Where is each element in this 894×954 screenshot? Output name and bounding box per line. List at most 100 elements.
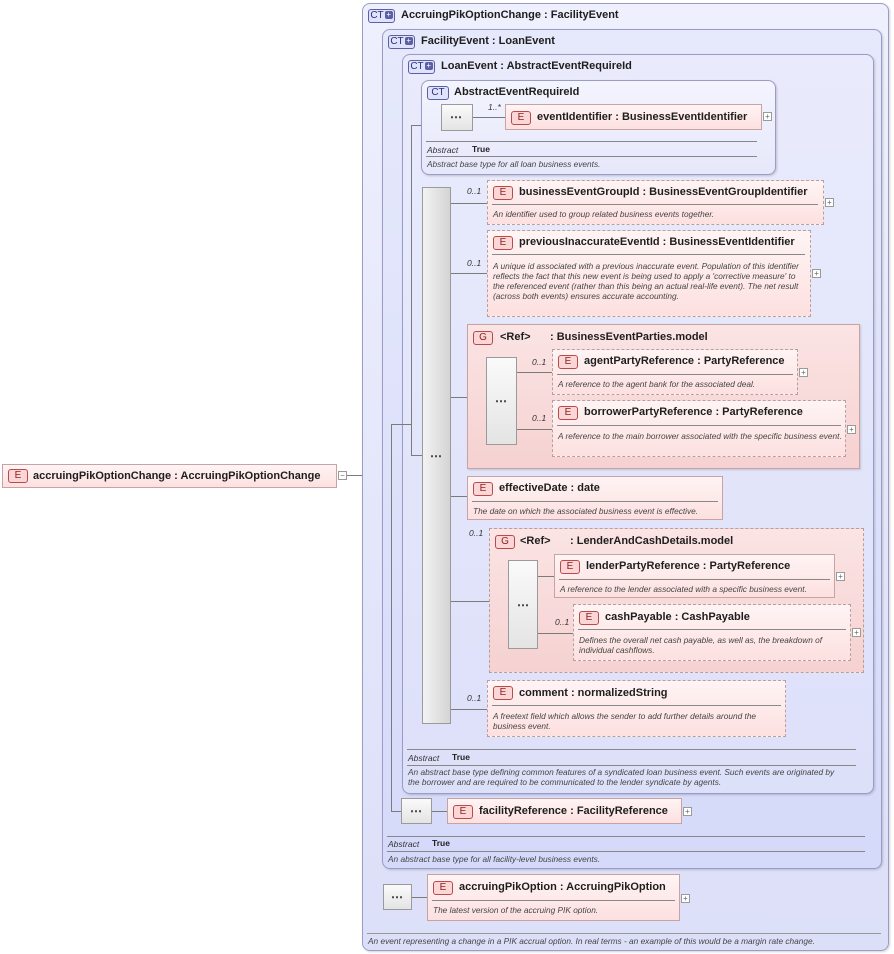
element-badge: E <box>493 686 513 700</box>
ct-loan-doc: An abstract base type defining common fe… <box>408 767 835 787</box>
element-name: agentPartyReference : PartyReference <box>584 355 785 367</box>
occurs-label: 0..1 <box>555 617 570 627</box>
element-badge: E <box>493 236 513 250</box>
element-doc: A reference to the agent bank for the as… <box>558 379 756 389</box>
ct-facility-doc: An abstract base type for all facility-l… <box>388 854 601 864</box>
element-badge: E <box>558 406 578 420</box>
expand-plus-icon[interactable]: + <box>683 807 692 816</box>
occurs-label: 0..1 <box>467 693 482 703</box>
element-previous-inaccurate-event-id[interactable]: E previousInaccurateEventId : BusinessEv… <box>487 230 811 317</box>
sequence-icon: ⋯ <box>517 598 529 612</box>
group-name: : BusinessEventParties.model <box>550 331 708 343</box>
sequence-compositor[interactable]: ⋯ <box>441 104 473 131</box>
expand-plus-icon[interactable]: + <box>825 198 834 207</box>
element-doc: A reference to the main borrower associa… <box>558 431 842 441</box>
expand-plus-icon[interactable]: + <box>852 628 861 637</box>
group-ref: <Ref> <box>520 535 551 547</box>
occurs-label: 0..1 <box>532 413 547 423</box>
element-name: previousInaccurateEventId : BusinessEven… <box>519 236 795 248</box>
sequence-compositor[interactable]: ⋯ <box>508 560 538 649</box>
occurs-label: 0..1 <box>467 258 482 268</box>
sequence-compositor[interactable]: ⋯ <box>401 798 432 824</box>
group-ref: <Ref> <box>500 331 531 343</box>
element-doc: The date on which the associated busines… <box>473 506 699 516</box>
element-comment[interactable]: E comment : normalizedString A freetext … <box>487 680 786 737</box>
ct-facility-name: FacilityEvent : LoanEvent <box>421 35 555 47</box>
expand-plus-icon[interactable]: + <box>799 368 808 377</box>
occurs-label: 0..1 <box>469 528 484 538</box>
expand-plus-icon[interactable]: + <box>836 572 845 581</box>
element-name: comment : normalizedString <box>519 687 668 699</box>
group-badge: G <box>473 331 493 345</box>
sequence-icon: ⋯ <box>450 110 462 124</box>
sequence-icon: ⋯ <box>410 804 422 818</box>
element-cash-payable[interactable]: E cashPayable : CashPayable Defines the … <box>573 604 851 661</box>
element-name: lenderPartyReference : PartyReference <box>586 560 791 572</box>
expand-plus-icon: + <box>384 10 393 20</box>
element-doc: A unique id associated with a previous i… <box>493 261 799 301</box>
ct-outer-doc: An event representing a change in a PIK … <box>368 936 815 946</box>
element-name: businessEventGroupId : BusinessEventGrou… <box>519 186 808 198</box>
complex-type-badge: CT + <box>408 60 435 74</box>
element-name: cashPayable : CashPayable <box>605 611 750 623</box>
element-badge: E <box>453 805 473 819</box>
element-badge: E <box>560 560 580 574</box>
group-name: : LenderAndCashDetails.model <box>570 535 734 547</box>
element-badge: E <box>8 469 28 483</box>
element-event-identifier[interactable]: E eventIdentifier : BusinessEventIdentif… <box>505 104 762 130</box>
ct-abstract-name: AbstractEventRequireId <box>454 86 580 98</box>
element-name: accruingPikOption : AccruingPikOption <box>459 881 666 893</box>
expand-plus-icon[interactable]: + <box>847 425 856 434</box>
element-lender-party-reference[interactable]: E lenderPartyReference : PartyReference … <box>554 554 835 598</box>
abstract-value: True <box>432 838 450 848</box>
occurs-label: 0..1 <box>532 357 547 367</box>
collapse-minus-icon[interactable]: − <box>338 471 347 480</box>
element-badge: E <box>511 111 531 125</box>
element-badge: E <box>558 355 578 369</box>
sequence-compositor[interactable]: ⋯ <box>422 187 451 724</box>
root-element-box[interactable]: E accruingPikOptionChange : AccruingPikO… <box>2 464 337 488</box>
element-accruing-pik-option[interactable]: E accruingPikOption : AccruingPikOption … <box>427 874 680 921</box>
root-element-name: accruingPikOptionChange : AccruingPikOpt… <box>33 470 321 482</box>
element-doc: The latest version of the accruing PIK o… <box>433 905 599 915</box>
occurs-label: 1..* <box>488 102 501 112</box>
sequence-compositor[interactable]: ⋯ <box>486 357 517 445</box>
element-name: effectiveDate : date <box>499 482 600 494</box>
ct-loan-name: LoanEvent : AbstractEventRequireId <box>441 60 632 72</box>
element-name: facilityReference : FacilityReference <box>479 805 668 817</box>
occurs-label: 0..1 <box>467 186 482 196</box>
ct-abstract-doc: Abstract base type for all loan business… <box>427 159 601 169</box>
sequence-icon: ⋯ <box>391 890 403 904</box>
element-facility-reference[interactable]: E facilityReference : FacilityReference <box>447 798 682 824</box>
expand-plus-icon[interactable]: + <box>812 269 821 278</box>
sequence-icon: ⋯ <box>495 394 507 408</box>
abstract-key: Abstract <box>408 753 440 763</box>
sequence-icon: ⋯ <box>430 449 442 463</box>
expand-plus-icon[interactable]: + <box>681 894 690 903</box>
expand-plus-icon[interactable]: + <box>763 112 772 121</box>
complex-type-badge: CT + <box>388 35 415 49</box>
sequence-compositor[interactable]: ⋯ <box>383 884 412 910</box>
abstract-key: Abstract <box>427 145 459 155</box>
element-effective-date[interactable]: E effectiveDate : date The date on which… <box>467 476 723 520</box>
expand-plus-icon: + <box>404 36 413 46</box>
element-doc: Defines the overall net cash payable, as… <box>579 635 823 655</box>
abstract-value: True <box>452 752 470 762</box>
element-agent-party-reference[interactable]: E agentPartyReference : PartyReference A… <box>552 349 798 395</box>
element-name: eventIdentifier : BusinessEventIdentifie… <box>537 111 748 123</box>
element-badge: E <box>433 881 453 895</box>
element-borrower-party-reference[interactable]: E borrowerPartyReference : PartyReferenc… <box>552 400 846 457</box>
complex-type-badge: CT <box>427 86 449 100</box>
element-name: borrowerPartyReference : PartyReference <box>584 406 803 418</box>
element-business-event-group-id[interactable]: E businessEventGroupId : BusinessEventGr… <box>487 180 824 225</box>
element-badge: E <box>493 186 513 200</box>
complex-type-badge: CT + <box>368 9 395 23</box>
element-badge: E <box>579 611 599 625</box>
group-badge: G <box>495 535 515 549</box>
ct-outer-name: AccruingPikOptionChange : FacilityEvent <box>401 9 619 21</box>
element-doc: A freetext field which allows the sender… <box>493 711 757 731</box>
element-doc: A reference to the lender associated wit… <box>560 584 807 594</box>
expand-plus-icon: + <box>424 61 433 71</box>
element-badge: E <box>473 482 493 496</box>
abstract-value: True <box>472 144 490 154</box>
